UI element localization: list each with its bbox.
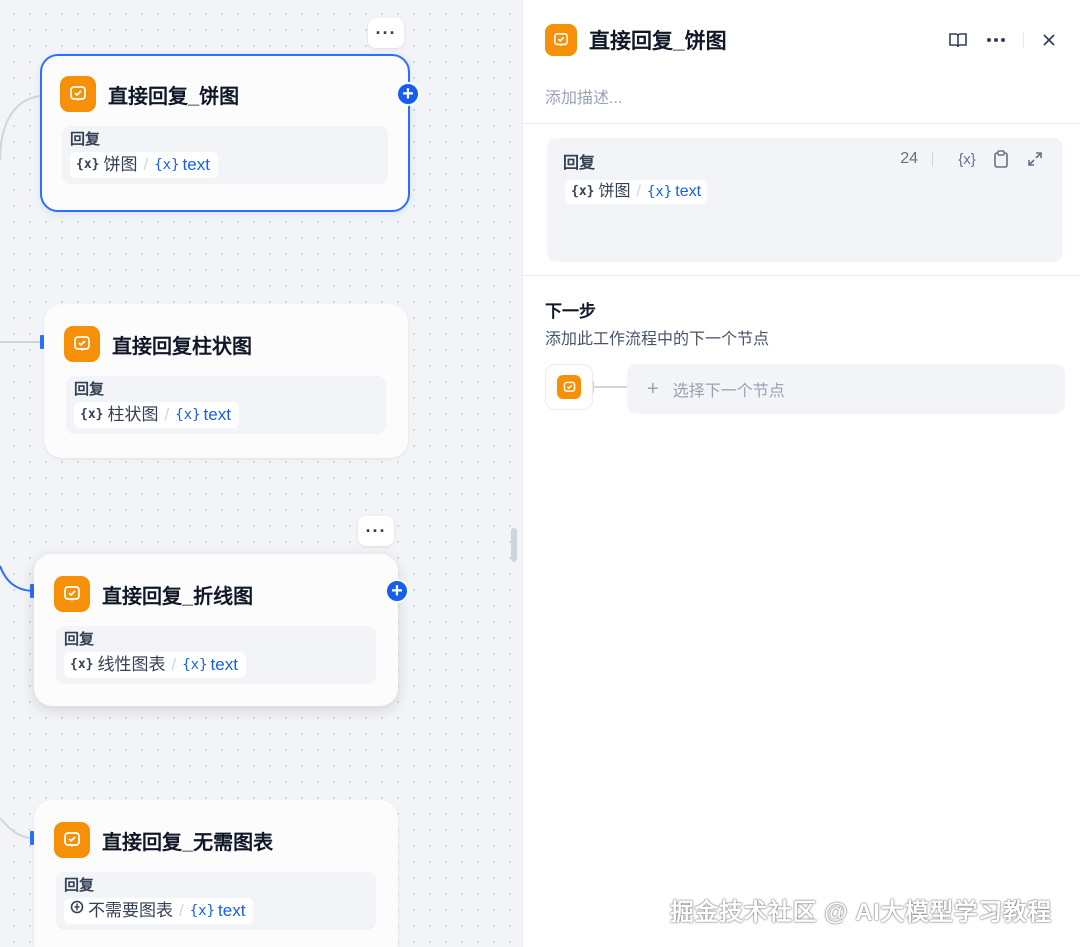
variable-chip: {x} 饼图 / {x} text (565, 180, 708, 204)
description-input[interactable]: 添加描述... (545, 84, 622, 108)
next-step-title: 下一步 (545, 302, 596, 321)
workflow-canvas[interactable]: ··· 直接回复_饼图 回复 {x} 饼图 / {x} text + 直接回复柱… (0, 0, 522, 947)
workflow-node-none[interactable]: 直接回复_无需图表 回复 不需要图表 / {x} text (34, 800, 398, 947)
plus-icon: + (402, 83, 414, 105)
expand-icon[interactable] (1023, 147, 1047, 171)
node-title: 直接回复_饼图 (108, 85, 240, 108)
more-dots-icon: ··· (365, 520, 387, 541)
node-title: 直接回复_折线图 (102, 585, 254, 608)
reply-node-icon (557, 375, 581, 399)
variable-icon: {x} (571, 184, 595, 199)
variable-field: text (203, 405, 231, 424)
more-icon[interactable] (983, 27, 1009, 53)
node-variable-icon (70, 900, 84, 922)
edge-line (0, 95, 41, 161)
reply-editor[interactable]: 回复 24 {x} {x} 饼图 / {x} text (547, 138, 1063, 262)
variable-icon: {x} (70, 657, 94, 672)
panel-resize-handle[interactable] (511, 528, 517, 562)
plus-icon: + (391, 580, 403, 602)
variable-icon: {x} (189, 903, 216, 919)
variable-icon: {x} (76, 157, 100, 172)
reply-node-icon (54, 822, 90, 858)
variable-name: 饼图 (598, 183, 631, 200)
node-reply-body: 回复 不需要图表 / {x} text (56, 872, 376, 930)
variable-name: 柱状图 (107, 405, 159, 424)
variable-field: text (182, 155, 210, 174)
variable-icon: {x} (182, 657, 208, 673)
variable-chip: {x} 饼图 / {x} text (70, 152, 218, 178)
variable-field: text (218, 901, 246, 920)
next-step-subtitle: 添加此工作流程中的下一个节点 (545, 331, 770, 348)
insert-variable-icon[interactable]: {x} (955, 147, 979, 171)
divider (523, 123, 1080, 124)
toolbar-divider (1023, 32, 1024, 48)
node-body-label: 回复 (64, 631, 95, 648)
select-next-node-label: 选择下一个节点 (672, 383, 785, 400)
variable-icon: {x} (80, 407, 104, 422)
reply-node-icon (545, 24, 577, 56)
toolbar-divider (932, 152, 933, 166)
book-icon[interactable] (945, 27, 971, 53)
chip-separator: / (143, 155, 149, 174)
add-node-button[interactable]: + (385, 579, 409, 603)
variable-name: 线性图表 (97, 655, 166, 674)
variable-chip: {x} 柱状图 / {x} text (74, 402, 239, 428)
node-more-button[interactable]: ··· (368, 18, 404, 48)
node-title: 直接回复_无需图表 (102, 831, 274, 854)
variable-name: 不需要图表 (88, 901, 173, 920)
add-node-button[interactable]: + (396, 82, 420, 106)
divider (523, 275, 1080, 276)
workflow-node-bar[interactable]: 直接回复柱状图 回复 {x} 柱状图 / {x} text (44, 304, 408, 458)
chip-separator: / (171, 655, 177, 674)
node-config-panel: 直接回复_饼图 添加描述... 回复 24 {x} {x} 饼图 / {x} t… (522, 0, 1080, 947)
clipboard-icon[interactable] (989, 147, 1013, 171)
close-icon[interactable] (1036, 27, 1062, 53)
variable-chip: {x} 线性图表 / {x} text (64, 652, 246, 678)
chip-separator: / (636, 183, 641, 200)
char-count: 24 (900, 150, 918, 167)
current-node-badge (545, 364, 593, 410)
workflow-node-line[interactable]: 直接回复_折线图 回复 {x} 线性图表 / {x} text (34, 554, 398, 706)
variable-field: text (675, 183, 702, 200)
reply-node-icon (54, 576, 90, 612)
variable-icon: {x} (646, 184, 673, 200)
reply-node-icon (64, 326, 100, 362)
select-next-node-button[interactable]: + 选择下一个节点 (627, 364, 1065, 414)
more-dots-icon: ··· (375, 22, 397, 43)
variable-icon: {x} (154, 157, 180, 173)
node-reply-body: 回复 {x} 饼图 / {x} text (62, 126, 388, 184)
connector-line (593, 381, 627, 393)
node-more-button[interactable]: ··· (358, 516, 394, 546)
reply-node-icon (60, 76, 96, 112)
edge-line (0, 817, 33, 839)
node-body-label: 回复 (64, 877, 95, 894)
node-title: 直接回复柱状图 (112, 335, 252, 358)
node-body-label: 回复 (70, 131, 101, 148)
variable-name: 饼图 (103, 155, 138, 174)
chip-separator: / (179, 901, 184, 920)
plus-icon: + (647, 377, 659, 400)
variable-field: text (210, 655, 238, 674)
reply-label: 回复 (563, 155, 596, 172)
node-body-label: 回复 (74, 381, 105, 398)
watermark: 掘金技术社区 @ AI大模型学习教程 (670, 899, 1052, 926)
node-reply-body: 回复 {x} 柱状图 / {x} text (66, 376, 386, 434)
panel-title[interactable]: 直接回复_饼图 (589, 25, 727, 55)
edge-line-active (0, 565, 33, 592)
workflow-node-pie[interactable]: 直接回复_饼图 回复 {x} 饼图 / {x} text (40, 54, 410, 212)
chip-separator: / (164, 405, 170, 424)
variable-chip: 不需要图表 / {x} text (64, 898, 254, 924)
variable-icon: {x} (175, 407, 201, 423)
node-reply-body: 回复 {x} 线性图表 / {x} text (56, 626, 376, 684)
